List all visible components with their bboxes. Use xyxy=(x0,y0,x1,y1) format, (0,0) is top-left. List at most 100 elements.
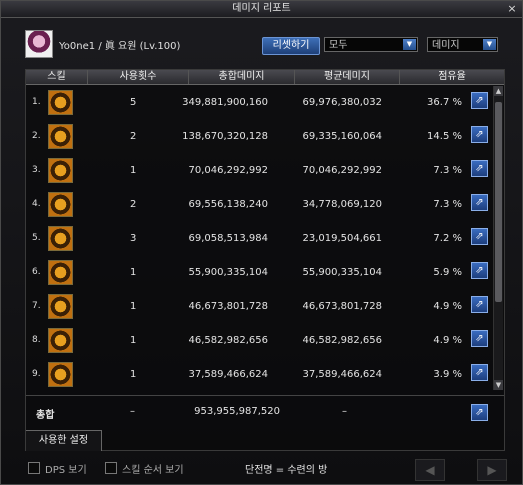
next-page-icon[interactable]: ▶ xyxy=(477,459,507,481)
row-count: 1 xyxy=(130,335,137,346)
title-bar[interactable]: 데미지 리포트 × xyxy=(1,1,522,18)
row-total: 69,058,513,984 xyxy=(188,233,268,244)
row-share: 14.5 % xyxy=(427,131,462,142)
column-header-share[interactable]: 점유율 xyxy=(400,70,504,84)
table-row: 6. 1 55,900,335,104 55,900,335,104 5.9 % ⇗ xyxy=(26,256,492,290)
share-icon[interactable]: ⇗ xyxy=(471,364,488,381)
table-row: 2. 2 138,670,320,128 69,335,160,064 14.5 % ⇗ xyxy=(26,120,492,154)
row-share: 4.9 % xyxy=(433,335,462,346)
row-average: 23,019,504,661 xyxy=(302,233,382,244)
row-total: 46,582,982,656 xyxy=(188,335,268,346)
filter-select[interactable]: 모두 ▼ xyxy=(324,37,418,52)
column-header-count[interactable]: 사용횟수 xyxy=(88,70,189,84)
row-index: 3. xyxy=(32,165,41,175)
row-total: 349,881,900,160 xyxy=(182,97,268,108)
row-average: 46,673,801,728 xyxy=(302,301,382,312)
row-share: 36.7 % xyxy=(427,97,462,108)
row-total: 55,900,335,104 xyxy=(188,267,268,278)
table-row: 1. 5 349,881,900,160 69,976,380,032 36.7 % ⇗ xyxy=(26,86,492,120)
table-row: 5. 3 69,058,513,984 23,019,504,661 7.2 % ⇗ xyxy=(26,222,492,256)
row-average: 70,046,292,992 xyxy=(302,165,382,176)
share-icon[interactable]: ⇗ xyxy=(471,330,488,347)
skill-slash-icon xyxy=(48,90,73,115)
skill-runner-icon xyxy=(48,260,73,285)
row-index: 7. xyxy=(32,301,41,311)
row-average: 46,582,982,656 xyxy=(302,335,382,346)
row-share: 4.9 % xyxy=(433,301,462,312)
totals-total: 953,955,987,520 xyxy=(194,406,280,417)
share-icon[interactable]: ⇗ xyxy=(471,228,488,245)
scroll-down-icon[interactable]: ▼ xyxy=(494,380,503,390)
share-icon[interactable]: ⇗ xyxy=(471,404,488,421)
column-header-average[interactable]: 평균데미지 xyxy=(295,70,400,84)
skill-blade-icon xyxy=(48,328,73,353)
damage-report-window: 데미지 리포트 × Yo0ne1 / 眞 요원 (Lv.100) 리셋하기 모두… xyxy=(0,0,523,485)
row-count: 1 xyxy=(130,301,137,312)
row-index: 2. xyxy=(32,131,41,141)
prev-page-icon[interactable]: ◀ xyxy=(415,459,445,481)
skill-emblem-icon xyxy=(48,124,73,149)
metric-select[interactable]: 데미지 ▼ xyxy=(427,37,498,52)
skill-target-icon xyxy=(48,226,73,251)
row-total: 69,556,138,240 xyxy=(188,199,268,210)
share-icon[interactable]: ⇗ xyxy=(471,194,488,211)
totals-label: 총합 xyxy=(36,410,55,421)
row-average: 69,335,160,064 xyxy=(302,131,382,142)
row-count: 1 xyxy=(130,267,137,278)
dps-checkbox[interactable] xyxy=(28,462,40,474)
row-count: 3 xyxy=(130,233,137,244)
row-index: 9. xyxy=(32,369,41,379)
chevron-down-icon: ▼ xyxy=(483,39,496,50)
close-icon[interactable]: × xyxy=(506,3,518,15)
table-row: 3. 1 70,046,292,992 70,046,292,992 7.3 % ⇗ xyxy=(26,154,492,188)
totals-count: – xyxy=(130,406,135,417)
column-header-total[interactable]: 총합데미지 xyxy=(189,70,295,84)
row-share: 5.9 % xyxy=(433,267,462,278)
tab-used-settings[interactable]: 사용한 설정 xyxy=(26,430,102,451)
table-header: 스킬 사용횟수 총합데미지 평균데미지 점유율 xyxy=(26,70,504,85)
row-share: 7.2 % xyxy=(433,233,462,244)
row-index: 8. xyxy=(32,335,41,345)
row-count: 2 xyxy=(130,131,137,142)
skill-table: 스킬 사용횟수 총합데미지 평균데미지 점유율 1. 5 349,881,900,1… xyxy=(25,69,505,451)
totals-row: 총합 – 953,955,987,520 – ⇗ xyxy=(26,395,504,428)
player-info: Yo0ne1 / 眞 요원 (Lv.100) xyxy=(59,41,181,52)
skill-orb-icon xyxy=(48,158,73,183)
skill-swirl-icon xyxy=(48,294,73,319)
totals-average: – xyxy=(342,406,347,417)
skill-order-label: 스킬 순서 보기 xyxy=(122,465,184,476)
row-share: 7.3 % xyxy=(433,199,462,210)
table-row: 7. 1 46,673,801,728 46,673,801,728 4.9 % ⇗ xyxy=(26,290,492,324)
table-row: 8. 1 46,582,982,656 46,582,982,656 4.9 % ⇗ xyxy=(26,324,492,358)
row-share: 7.3 % xyxy=(433,165,462,176)
skill-order-checkbox[interactable] xyxy=(105,462,117,474)
filter-select-value: 모두 xyxy=(329,40,348,51)
row-average: 55,900,335,104 xyxy=(302,267,382,278)
player-class: 眞 요원 (Lv.100) xyxy=(104,41,181,52)
row-share: 3.9 % xyxy=(433,369,462,380)
skill-arc-icon xyxy=(48,362,73,387)
column-header-skill[interactable]: 스킬 xyxy=(26,70,88,84)
avatar xyxy=(25,30,53,58)
reset-button[interactable]: 리셋하기 xyxy=(262,37,320,55)
scrollbar[interactable]: ▲ ▼ xyxy=(493,86,503,390)
share-icon[interactable]: ⇗ xyxy=(471,262,488,279)
share-icon[interactable]: ⇗ xyxy=(471,296,488,313)
row-total: 46,673,801,728 xyxy=(188,301,268,312)
share-icon[interactable]: ⇗ xyxy=(471,160,488,177)
row-total: 70,046,292,992 xyxy=(188,165,268,176)
row-count: 1 xyxy=(130,165,137,176)
row-count: 2 xyxy=(130,199,137,210)
row-average: 37,589,466,624 xyxy=(302,369,382,380)
share-icon[interactable]: ⇗ xyxy=(471,126,488,143)
share-icon[interactable]: ⇗ xyxy=(471,92,488,109)
skill-burst-icon xyxy=(48,192,73,217)
dungeon-name: 단전명 = 수련의 방 xyxy=(245,465,328,476)
row-average: 34,778,069,120 xyxy=(302,199,382,210)
scroll-thumb[interactable] xyxy=(495,102,502,302)
row-index: 4. xyxy=(32,199,41,209)
footer-bar: DPS 보기 스킬 순서 보기 단전명 = 수련의 방 ◀ ▶ xyxy=(1,456,522,484)
scroll-up-icon[interactable]: ▲ xyxy=(494,86,503,96)
metric-select-value: 데미지 xyxy=(432,40,460,51)
chevron-down-icon: ▼ xyxy=(403,39,416,50)
